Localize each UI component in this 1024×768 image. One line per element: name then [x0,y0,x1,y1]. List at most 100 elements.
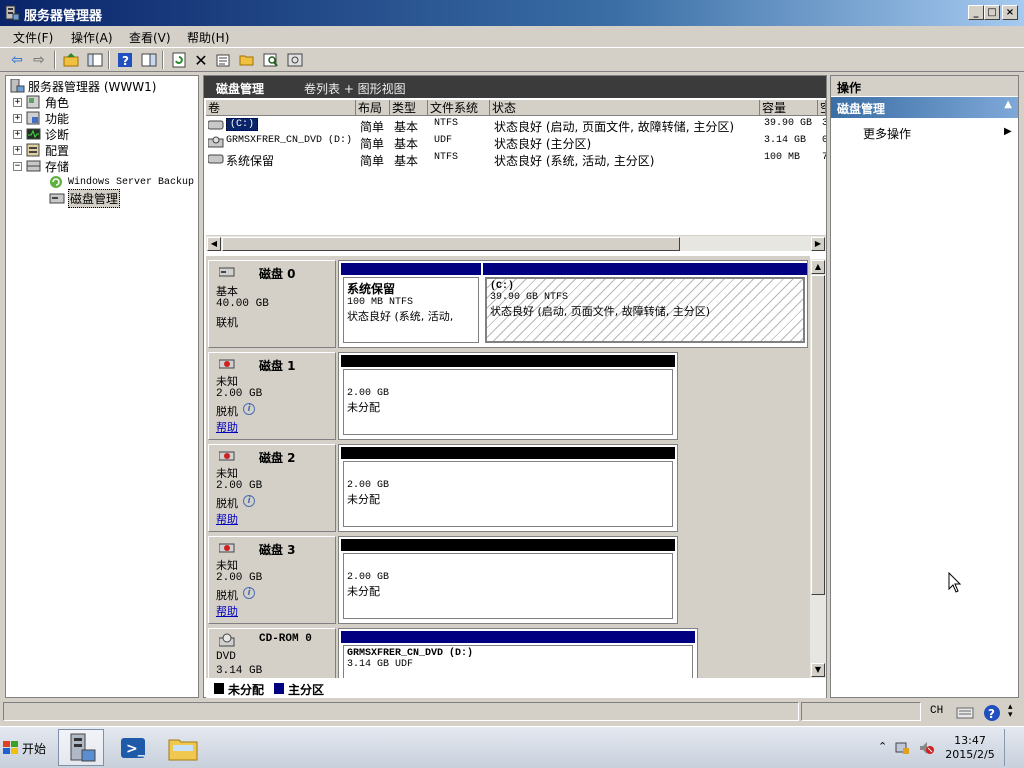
volume-row[interactable]: (C:) 简单 基本 NTFS 状态良好 (启动, 页面文件, 故障转储, 主分… [206,117,826,134]
disk-label[interactable]: 磁盘 0 基本 40.00 GB 联机 [208,260,336,348]
info-icon[interactable]: i [243,495,255,507]
volume-capacity: 39.90 GB [764,118,813,129]
expand-icon[interactable]: + [13,129,22,139]
clock[interactable]: 13:47 2015/2/5 [945,734,995,762]
tree-item-features[interactable]: + 功能 [13,110,69,126]
scroll-thumb[interactable] [222,237,680,251]
disk-label[interactable]: 磁盘 3 未知 2.00 GB 脱机 i 帮助 [208,536,336,624]
scroll-thumb[interactable] [811,275,825,595]
taskbar-app-explorer[interactable] [160,729,206,766]
partition-unallocated[interactable]: 2.00 GB 未分配 [343,369,673,435]
scroll-left-icon[interactable]: ◀ [207,237,221,251]
disk-label[interactable]: 磁盘 2 未知 2.00 GB 脱机 i 帮助 [208,444,336,532]
refresh-icon[interactable] [170,51,188,69]
start-button[interactable]: 开始 [2,736,50,760]
column-header-layout[interactable]: 布局 [356,100,390,116]
partition-dvd[interactable]: GRMSXFRER_CN_DVD (D:) 3.14 GB UDF [343,645,693,678]
tree-item-diagnostics[interactable]: + 诊断 [13,126,69,142]
disk-properties-icon[interactable] [286,51,304,69]
disk-label[interactable]: CD-ROM 0 DVD 3.14 GB [208,628,336,678]
tree-item-storage[interactable]: − 存储 [13,158,69,174]
volume-muted-icon[interactable] [918,740,934,756]
svg-text:>_: >_ [126,741,145,757]
volume-row[interactable]: GRMSXFRER_CN_DVD (D:) 简单 基本 UDF 状态良好 (主分… [206,134,826,151]
minimize-button[interactable]: _ [968,5,984,20]
keyboard-icon[interactable] [956,704,974,720]
more-actions-item[interactable]: 更多操作 [863,125,911,142]
disk-size: 2.00 GB [216,480,263,492]
volume-filesystem: UDF [434,135,453,146]
tree-item-configuration[interactable]: + 配置 [13,142,69,158]
properties-icon[interactable] [214,51,232,69]
collapse-up-icon[interactable]: ▲ [1004,99,1012,110]
partition-unallocated[interactable]: 2.00 GB 未分配 [343,553,673,619]
expand-icon[interactable]: + [13,113,22,123]
tree-root[interactable]: 服务器管理器 (WWW1) [9,78,156,94]
taskbar-app-server-manager[interactable] [58,729,104,766]
volume-row[interactable]: 系统保留 简单 基本 NTFS 状态良好 (系统, 活动, 主分区) 100 M… [206,151,826,168]
search-icon[interactable] [262,51,280,69]
info-icon[interactable]: i [243,587,255,599]
open-folder-icon[interactable] [238,51,256,69]
disk-row[interactable]: 磁盘 3 未知 2.00 GB 脱机 i 帮助 2.00 GB 未分配 [208,536,678,626]
help-icon[interactable]: ? [983,704,1001,722]
horizontal-scrollbar[interactable]: ◀ ▶ [206,235,826,251]
close-button[interactable]: × [1002,5,1018,20]
show-desktop-button[interactable] [1004,729,1020,766]
disk-row[interactable]: 磁盘 2 未知 2.00 GB 脱机 i 帮助 2.00 GB 未分配 [208,444,678,534]
volume-filesystem: NTFS [434,118,459,129]
vertical-scrollbar[interactable]: ▲ ▼ [810,259,826,679]
help-link[interactable]: 帮助 [216,511,238,527]
unallocated-bar [341,355,675,367]
menu-help[interactable]: 帮助(H) [187,29,229,46]
show-hide-tree-icon[interactable] [86,51,104,69]
info-icon[interactable]: i [243,403,255,415]
network-icon[interactable] [894,740,910,756]
help-icon[interactable]: ? [116,51,134,69]
scroll-right-icon[interactable]: ▶ [811,237,825,251]
column-header-status[interactable]: 状态 [490,100,760,116]
collapse-icon[interactable]: − [13,161,22,171]
tree-item-disk-management[interactable]: 磁盘管理 [49,188,121,208]
offline-disk-icon [219,359,235,369]
column-header-filesystem[interactable]: 文件系统 [428,100,490,116]
show-hidden-icons-icon[interactable]: ⌃ [878,740,887,753]
language-indicator[interactable]: CH [930,705,943,717]
partition-c-drive[interactable]: (C:) 39.90 GB NTFS 状态良好 (启动, 页面文件, 故障转储,… [485,277,805,343]
column-header-volume[interactable]: 卷 [206,100,356,116]
tree-item-label: 存储 [45,159,70,174]
volume-type: 基本 [394,120,419,134]
column-header-free[interactable]: 空 [818,100,826,116]
back-arrow-icon[interactable]: ⇦ [8,51,26,69]
menu-file[interactable]: 文件(F) [13,29,53,46]
maximize-button[interactable]: □ [984,5,1000,20]
up-folder-icon[interactable] [62,51,80,69]
volume-status: 状态良好 (系统, 活动, 主分区) [494,154,655,168]
volume-name: GRMSXFRER_CN_DVD (D:) [226,135,353,146]
disk-row[interactable]: 磁盘 0 基本 40.00 GB 联机 系统保留 100 MB NTFS 状态良… [208,260,808,350]
forward-arrow-icon[interactable]: ⇨ [30,51,48,69]
tree-item-roles[interactable]: + 角色 [13,94,69,110]
help-link[interactable]: 帮助 [216,419,238,435]
help-link[interactable]: 帮助 [216,603,238,619]
scroll-down-icon[interactable]: ▼ [811,663,825,677]
partition-system-reserved[interactable]: 系统保留 100 MB NTFS 状态良好 (系统, 活动, [343,277,479,343]
submenu-arrow-icon[interactable]: ▶ [1004,126,1012,137]
taskbar-app-powershell[interactable]: >_ [110,729,156,766]
options-icon[interactable]: ▴ ▾ [1008,703,1013,720]
partition-unallocated[interactable]: 2.00 GB 未分配 [343,461,673,527]
delete-icon[interactable]: ✕ [192,51,210,70]
expand-icon[interactable]: + [13,145,22,155]
menu-action[interactable]: 操作(A) [71,29,113,46]
expand-icon[interactable]: + [13,97,22,107]
column-header-type[interactable]: 类型 [390,100,428,116]
properties-panel-icon[interactable] [140,51,158,69]
actions-title: 操作 [831,76,1018,96]
column-header-capacity[interactable]: 容量 [760,100,818,116]
disk-label[interactable]: 磁盘 1 未知 2.00 GB 脱机 i 帮助 [208,352,336,440]
menu-view[interactable]: 查看(V) [129,29,171,46]
actions-group-header[interactable]: 磁盘管理 ▲ [831,97,1018,118]
disk-row[interactable]: 磁盘 1 未知 2.00 GB 脱机 i 帮助 2.00 GB 未分配 [208,352,678,442]
scroll-up-icon[interactable]: ▲ [811,260,825,274]
disk-row[interactable]: CD-ROM 0 DVD 3.14 GB GRMSXFRER_CN_DVD (D… [208,628,698,678]
